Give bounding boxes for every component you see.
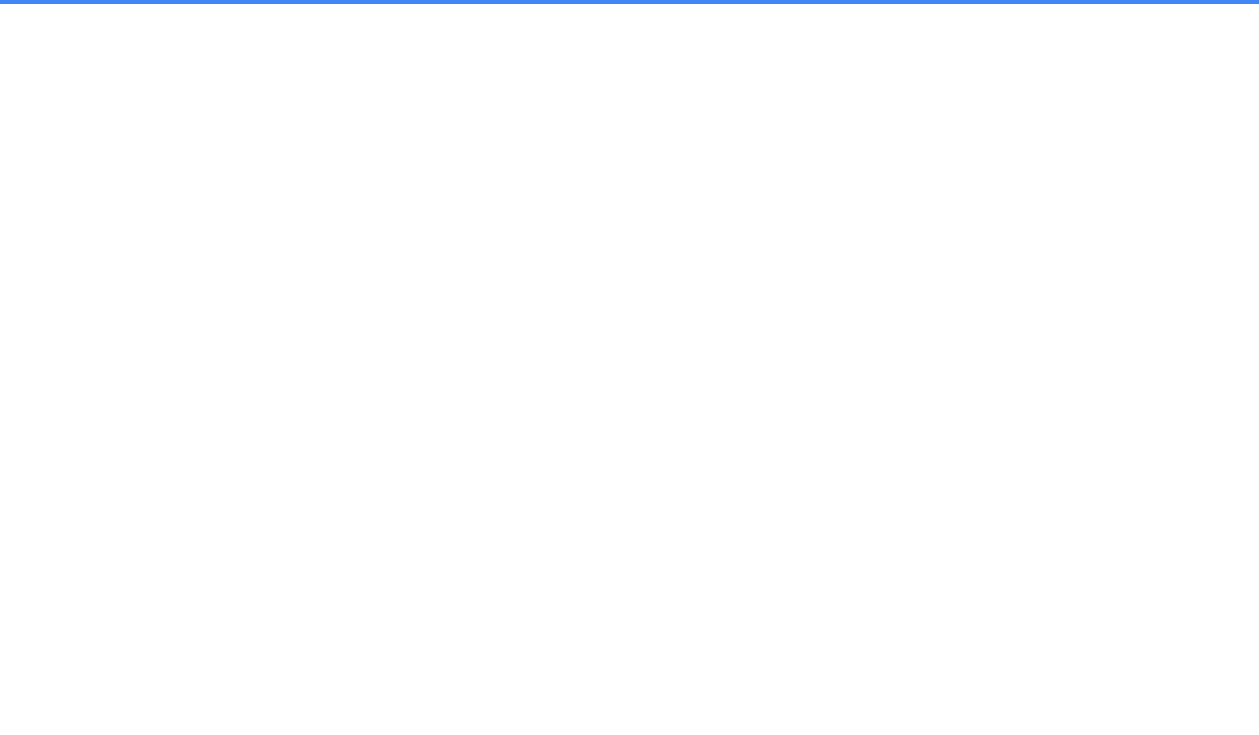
top-border	[0, 0, 1259, 4]
